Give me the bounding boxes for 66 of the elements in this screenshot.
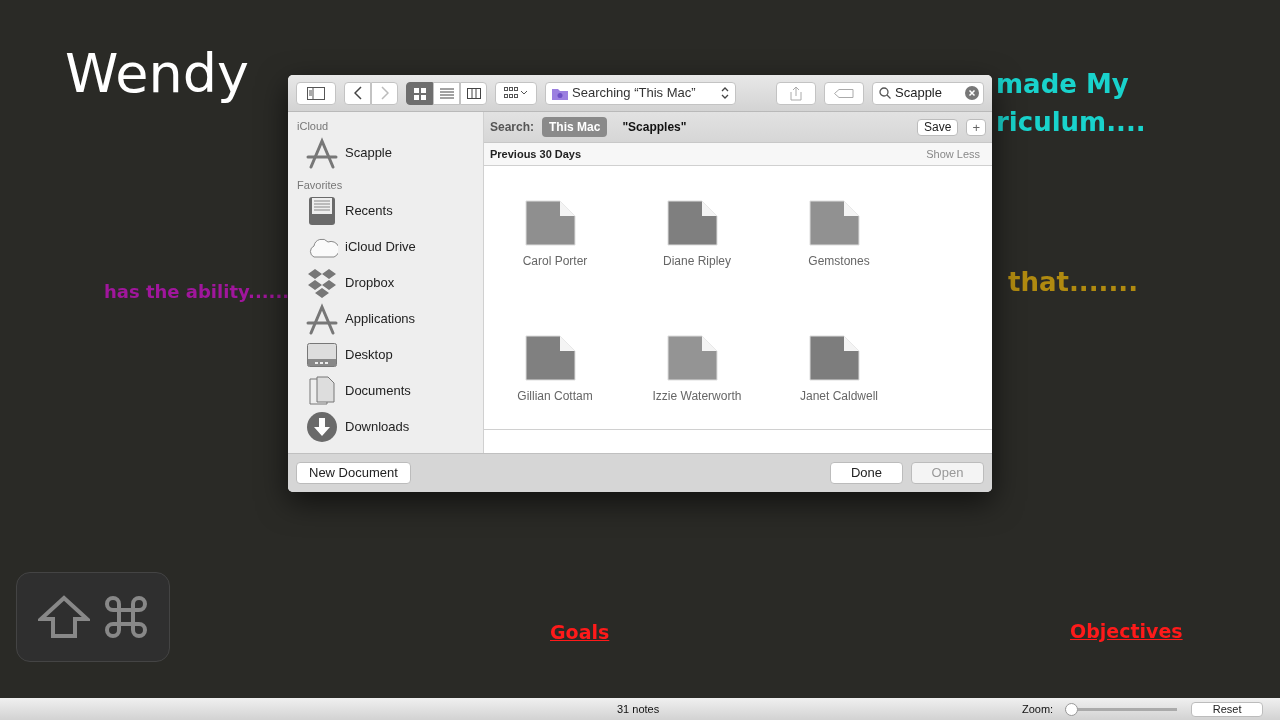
chevron-right-icon (380, 86, 389, 100)
download-icon (306, 411, 338, 443)
documents-icon (306, 375, 338, 407)
file-name[interactable]: Gillian Cottam (517, 386, 593, 405)
link[interactable]: Goals (550, 622, 610, 643)
show-less-link[interactable]: Show Less (926, 145, 980, 163)
arrange-button[interactable] (495, 81, 537, 105)
reset-button[interactable]: Reset (1191, 701, 1264, 717)
updown-chevron-icon (721, 86, 729, 100)
search-input[interactable]: Scapple (895, 83, 965, 103)
slider-thumb[interactable] (1065, 702, 1079, 716)
view-mode-button[interactable] (460, 81, 487, 105)
sidebar-item[interactable]: Recents (297, 193, 483, 229)
sidebar-item[interactable]: Applications (297, 301, 483, 337)
sidebar-item[interactable]: Desktop (297, 337, 483, 373)
folder-icon (552, 86, 568, 100)
link[interactable]: Objectives (1070, 621, 1183, 642)
app-store-icon (306, 136, 338, 169)
section-title: Previous 30 Days (490, 146, 582, 162)
zoom-label: Zoom: (1022, 701, 1054, 717)
file-name[interactable]: Janet Caldwell (799, 386, 878, 405)
scope-option[interactable]: "Scapples" (615, 117, 694, 137)
sidebar-item[interactable]: Scapple (297, 134, 483, 171)
save-button[interactable]: Save (917, 118, 959, 136)
sidebar-icon (307, 86, 325, 100)
app-store-icon (306, 303, 338, 335)
note-text: made My (996, 70, 1129, 99)
note-count: 31 notes (617, 701, 660, 717)
new-document-button[interactable]: New Document (296, 462, 411, 484)
back-button[interactable] (344, 81, 371, 105)
sidebar-item[interactable]: Dropbox (297, 265, 483, 301)
search-scope-label: Search: (490, 119, 535, 136)
list-view-icon (439, 86, 454, 100)
sidebar-heading: Favorites (297, 177, 344, 193)
sidebar-toggle-button[interactable] (296, 81, 336, 105)
column-view-icon (466, 86, 481, 100)
note-text: riculum.... (996, 108, 1146, 137)
search-field[interactable]: Scapple (872, 81, 984, 105)
search-icon (879, 87, 891, 99)
location-popup[interactable]: Searching “This Mac” (545, 81, 736, 105)
dropbox-icon (306, 267, 338, 299)
clear-search-button[interactable] (965, 86, 979, 100)
share-button[interactable] (776, 81, 816, 105)
add-button[interactable]: + (966, 118, 986, 136)
note-text: has the ability...... (104, 282, 290, 302)
title-note: Wendy (65, 44, 249, 104)
tag-icon (834, 88, 854, 98)
sidebar-item[interactable]: Documents (297, 373, 483, 409)
file-name[interactable]: Diane Ripley (662, 252, 731, 270)
icon-view-icon (412, 86, 427, 100)
chevron-left-icon (353, 86, 362, 100)
file-name[interactable]: Carol Porter (522, 252, 588, 270)
note-text: that....... (1008, 268, 1139, 297)
arrange-grid-icon (504, 87, 528, 99)
tag-button[interactable] (824, 81, 864, 105)
tray-icon (306, 195, 338, 227)
sidebar-heading: iCloud (297, 119, 330, 134)
file-name[interactable]: Gemstones (808, 252, 870, 270)
shift-key-icon (38, 595, 90, 639)
sidebar-item[interactable]: Downloads (297, 409, 483, 445)
view-mode-button[interactable] (406, 81, 433, 105)
sidebar-item[interactable]: iCloud Drive (297, 229, 483, 265)
file-name[interactable]: Izzie Waterworth (652, 386, 742, 405)
dialog-button[interactable]: Done (830, 462, 903, 484)
command-key-icon (104, 595, 148, 639)
share-icon (790, 85, 802, 101)
